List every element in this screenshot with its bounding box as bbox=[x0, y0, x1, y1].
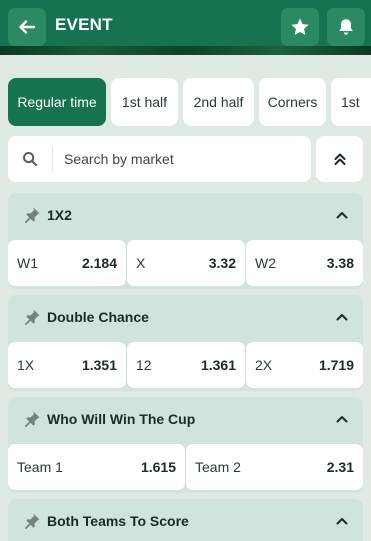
market-header[interactable]: Both Teams To Score bbox=[8, 499, 363, 541]
outcome-label: Team 1 bbox=[17, 459, 63, 475]
back-button[interactable] bbox=[8, 8, 46, 46]
bell-icon bbox=[339, 19, 353, 35]
market-1x2: 1X2 W1 2.184 X 3.32 W2 3.38 bbox=[8, 193, 363, 289]
outcome-odds: 3.32 bbox=[208, 255, 236, 271]
header-banner-strip bbox=[0, 46, 371, 55]
app-header: EVENT bbox=[0, 0, 371, 55]
pin-icon[interactable] bbox=[23, 206, 41, 224]
odds-button-team-2[interactable]: Team 2 2.31 bbox=[186, 444, 363, 490]
outcome-odds: 1.351 bbox=[81, 357, 117, 373]
favorite-button[interactable] bbox=[281, 8, 319, 46]
chevron-up-icon[interactable] bbox=[335, 208, 349, 222]
search-divider bbox=[52, 147, 53, 171]
outcome-label: Team 2 bbox=[195, 459, 241, 475]
period-tabs: Regular time 1st half 2nd half Corners 1… bbox=[0, 55, 371, 130]
outcome-label: X bbox=[136, 255, 146, 271]
star-icon bbox=[291, 18, 309, 35]
tab-1st-partial[interactable]: 1st bbox=[331, 78, 371, 126]
market-who-will-win-the-cup: Who Will Win The Cup Team 1 1.615 Team 2… bbox=[8, 397, 363, 493]
outcome-label: 12 bbox=[136, 357, 152, 373]
outcome-label: 1X bbox=[17, 357, 35, 373]
market-header[interactable]: 1X2 bbox=[8, 193, 363, 237]
tab-1st-half[interactable]: 1st half bbox=[111, 78, 178, 126]
odds-button-w2[interactable]: W2 3.38 bbox=[246, 240, 363, 286]
market-name: Double Chance bbox=[47, 309, 149, 325]
odds-button-2x[interactable]: 2X 1.719 bbox=[246, 342, 363, 388]
search-icon bbox=[23, 152, 38, 167]
odds-button-w1[interactable]: W1 2.184 bbox=[8, 240, 126, 286]
market-both-teams-to-score: Both Teams To Score bbox=[8, 499, 363, 541]
outcome-odds: 2.184 bbox=[81, 255, 117, 271]
outcome-odds: 1.615 bbox=[140, 459, 176, 475]
market-name: Who Will Win The Cup bbox=[47, 411, 196, 427]
market-name: Both Teams To Score bbox=[47, 513, 189, 529]
pin-icon[interactable] bbox=[23, 308, 41, 326]
double-chevron-up-icon bbox=[334, 153, 345, 165]
odds-button-1x[interactable]: 1X 1.351 bbox=[8, 342, 126, 388]
odds-button-12[interactable]: 12 1.361 bbox=[127, 342, 245, 388]
notifications-button[interactable] bbox=[327, 8, 365, 46]
tab-corners[interactable]: Corners bbox=[259, 78, 326, 126]
page-title: EVENT bbox=[55, 15, 113, 34]
search-input[interactable] bbox=[64, 136, 304, 182]
market-double-chance: Double Chance 1X 1.351 12 1.361 2X 1.719 bbox=[8, 295, 363, 391]
tab-2nd-half[interactable]: 2nd half bbox=[183, 78, 254, 126]
outcome-odds: 1.719 bbox=[318, 357, 354, 373]
search-button[interactable] bbox=[8, 136, 52, 182]
pin-icon[interactable] bbox=[23, 512, 41, 530]
pin-icon[interactable] bbox=[23, 410, 41, 428]
market-header[interactable]: Double Chance bbox=[8, 295, 363, 339]
odds-button-x[interactable]: X 3.32 bbox=[127, 240, 245, 286]
chevron-up-icon[interactable] bbox=[335, 514, 349, 528]
outcome-odds: 3.38 bbox=[326, 255, 354, 271]
arrow-left-icon bbox=[19, 20, 36, 34]
outcome-odds: 2.31 bbox=[326, 459, 354, 475]
market-search bbox=[8, 136, 311, 182]
tab-regular-time[interactable]: Regular time bbox=[8, 78, 106, 126]
market-header[interactable]: Who Will Win The Cup bbox=[8, 397, 363, 441]
outcome-label: W2 bbox=[255, 255, 276, 271]
collapse-all-button[interactable] bbox=[316, 136, 363, 182]
outcome-label: 2X bbox=[255, 357, 273, 373]
odds-button-team-1[interactable]: Team 1 1.615 bbox=[8, 444, 185, 490]
outcome-odds: 1.361 bbox=[200, 357, 236, 373]
chevron-up-icon[interactable] bbox=[335, 310, 349, 324]
outcome-label: W1 bbox=[17, 255, 38, 271]
market-name: 1X2 bbox=[47, 207, 72, 223]
chevron-up-icon[interactable] bbox=[335, 412, 349, 426]
